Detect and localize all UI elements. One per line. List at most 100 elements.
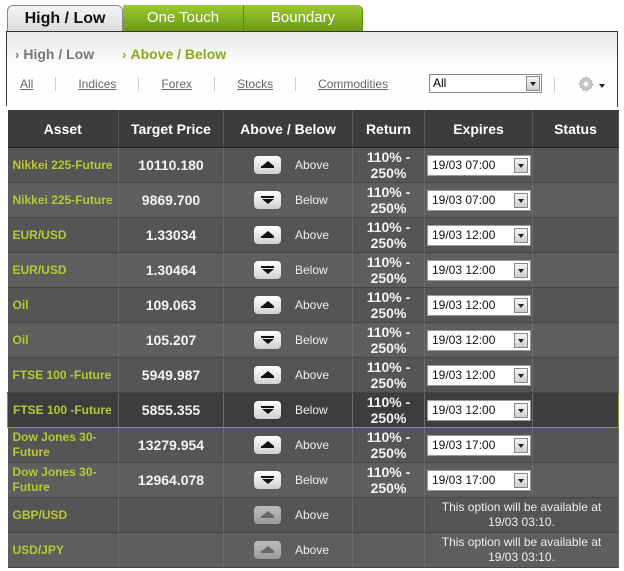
above-below-cell: Below <box>223 252 353 288</box>
target-price-cell: 12964.078 <box>118 462 224 498</box>
expires-cell: 19/03 07:00 <box>424 147 533 183</box>
above-below-cell: Above <box>223 147 353 183</box>
expires-cell: 19/03 17:00 <box>424 462 533 498</box>
asset-cell: Oil <box>7 322 119 358</box>
dropdown-arrow-icon[interactable] <box>514 157 528 173</box>
above-below-cell: Above <box>223 532 353 568</box>
expiry-dropdown[interactable]: 19/03 17:00 <box>427 469 531 491</box>
table-body: Nikkei 225-Future 10110.180 Above 110% -… <box>7 147 619 568</box>
dropdown-arrow-icon[interactable] <box>514 262 528 278</box>
arrow-up-icon[interactable] <box>254 296 281 314</box>
table-row[interactable]: Nikkei 225-Future 10110.180 Above 110% -… <box>7 147 619 183</box>
direction-label: Above <box>295 158 330 172</box>
direction-label: Above <box>295 228 330 242</box>
status-cell <box>532 182 619 218</box>
arrow-down-icon[interactable] <box>254 401 281 419</box>
bar-shape <box>261 406 274 408</box>
target-price-cell: 105.207 <box>118 322 224 358</box>
filter-indices[interactable]: Indices <box>78 77 116 91</box>
tab-one-touch[interactable]: One Touch <box>123 5 244 31</box>
filter-stocks[interactable]: Stocks <box>237 77 273 91</box>
dropdown-arrow-icon[interactable] <box>514 402 528 418</box>
return-cell <box>352 532 425 568</box>
expires-cell: 19/03 07:00 <box>424 182 533 218</box>
arrow-up-icon[interactable] <box>254 156 281 174</box>
table-row[interactable]: Nikkei 225-Future 9869.700 Below 110% -2… <box>7 182 619 218</box>
arrow-up-icon[interactable] <box>254 226 281 244</box>
bar-shape <box>261 236 274 238</box>
expiry-dropdown[interactable]: 19/03 17:00 <box>427 434 531 456</box>
arrow-up-icon[interactable] <box>254 436 281 454</box>
expires-cell: 19/03 12:00 <box>424 322 533 358</box>
tab-high-low[interactable]: High / Low <box>7 5 123 32</box>
above-below-cell: Below <box>223 392 353 428</box>
table-row[interactable]: EUR/USD 1.33034 Above 110% -250% 19/03 1… <box>7 217 619 253</box>
subnav-high-low[interactable]: › High / Low <box>15 46 94 62</box>
asset-cell: GBP/USD <box>7 497 119 533</box>
expiry-dropdown[interactable]: 19/03 12:00 <box>427 259 531 281</box>
expiry-dropdown[interactable]: 19/03 12:00 <box>427 224 531 246</box>
dropdown-arrow-icon[interactable] <box>526 76 540 91</box>
above-below-cell: Below <box>223 182 353 218</box>
target-price-cell <box>118 532 224 568</box>
expiry-value: 19/03 12:00 <box>432 262 496 277</box>
table-row[interactable]: FTSE 100 -Future 5855.355 Below 110% -25… <box>7 392 619 428</box>
asset-dropdown[interactable]: All <box>429 74 542 93</box>
expiry-dropdown[interactable]: 19/03 12:00 <box>427 364 531 386</box>
caret-down-icon[interactable] <box>599 84 605 88</box>
return-cell: 110% -250% <box>352 217 425 253</box>
table-row[interactable]: Oil 105.207 Below 110% -250% 19/03 12:00 <box>7 322 619 358</box>
arrow-down-icon[interactable] <box>254 261 281 279</box>
table-row[interactable]: Oil 109.063 Above 110% -250% 19/03 12:00 <box>7 287 619 323</box>
dropdown-arrow-icon[interactable] <box>514 332 528 348</box>
dropdown-arrow-icon[interactable] <box>514 437 528 453</box>
expires-cell: 19/03 12:00 <box>424 252 533 288</box>
table-row[interactable]: Dow Jones 30-Future 12964.078 Below 110%… <box>7 462 619 498</box>
return-min: 110% - <box>366 149 411 165</box>
bar-shape <box>261 376 274 378</box>
expiry-dropdown[interactable]: 19/03 07:00 <box>427 154 531 176</box>
category-filters: All Indices Forex Stocks Commodities <box>20 77 388 91</box>
table-row[interactable]: Dow Jones 30-Future 13279.954 Above 110%… <box>7 427 619 463</box>
expiry-dropdown[interactable]: 19/03 07:00 <box>427 189 531 211</box>
return-min: 110% - <box>366 184 411 200</box>
arrow-down-icon[interactable] <box>254 471 281 489</box>
arrow-down-icon[interactable] <box>254 331 281 349</box>
filter-all[interactable]: All <box>20 77 33 91</box>
arrow-up-icon[interactable] <box>254 366 281 384</box>
dropdown-arrow-icon[interactable] <box>514 227 528 243</box>
return-min: 110% - <box>366 429 411 445</box>
direction-label: Below <box>295 333 328 347</box>
asset-cell: Dow Jones 30-Future <box>7 462 119 498</box>
arrow-down-icon[interactable] <box>254 191 281 209</box>
filter-commodities[interactable]: Commodities <box>318 77 388 91</box>
expiry-dropdown[interactable]: 19/03 12:00 <box>427 329 531 351</box>
dropdown-arrow-icon[interactable] <box>514 192 528 208</box>
dropdown-arrow-icon[interactable] <box>514 367 528 383</box>
direction-control: Above <box>254 366 352 384</box>
return-max: 250% <box>370 340 407 356</box>
filter-forex[interactable]: Forex <box>161 77 192 91</box>
options-table: Asset Target Price Above / Below Return … <box>7 110 619 568</box>
return-max: 250% <box>370 410 407 426</box>
table-row[interactable]: FTSE 100 -Future 5949.987 Above 110% -25… <box>7 357 619 393</box>
dropdown-arrow-icon[interactable] <box>514 297 528 313</box>
table-row[interactable]: EUR/USD 1.30464 Below 110% -250% 19/03 1… <box>7 252 619 288</box>
column-header-target-price: Target Price <box>118 110 224 148</box>
tab-boundary[interactable]: Boundary <box>244 5 363 31</box>
note-line: 19/03 03:10. <box>488 550 555 564</box>
return-min: 110% - <box>366 359 411 375</box>
target-price-cell: 5949.987 <box>118 357 224 393</box>
dropdown-arrow-icon[interactable] <box>514 472 528 488</box>
arrow-up-icon <box>254 506 281 524</box>
expiry-dropdown[interactable]: 19/03 12:00 <box>427 294 531 316</box>
expiry-dropdown[interactable]: 19/03 12:00 <box>427 399 531 421</box>
return-max: 250% <box>370 445 407 461</box>
status-cell <box>532 357 619 393</box>
subnav-above-below[interactable]: › Above / Below <box>122 46 226 62</box>
availability-note: This option will be available at 19/03 03… <box>424 532 619 568</box>
gear-icon[interactable] <box>577 75 595 93</box>
asset-dropdown-value: All <box>433 76 447 90</box>
bar-shape <box>261 166 274 168</box>
direction-control: Above <box>254 296 352 314</box>
